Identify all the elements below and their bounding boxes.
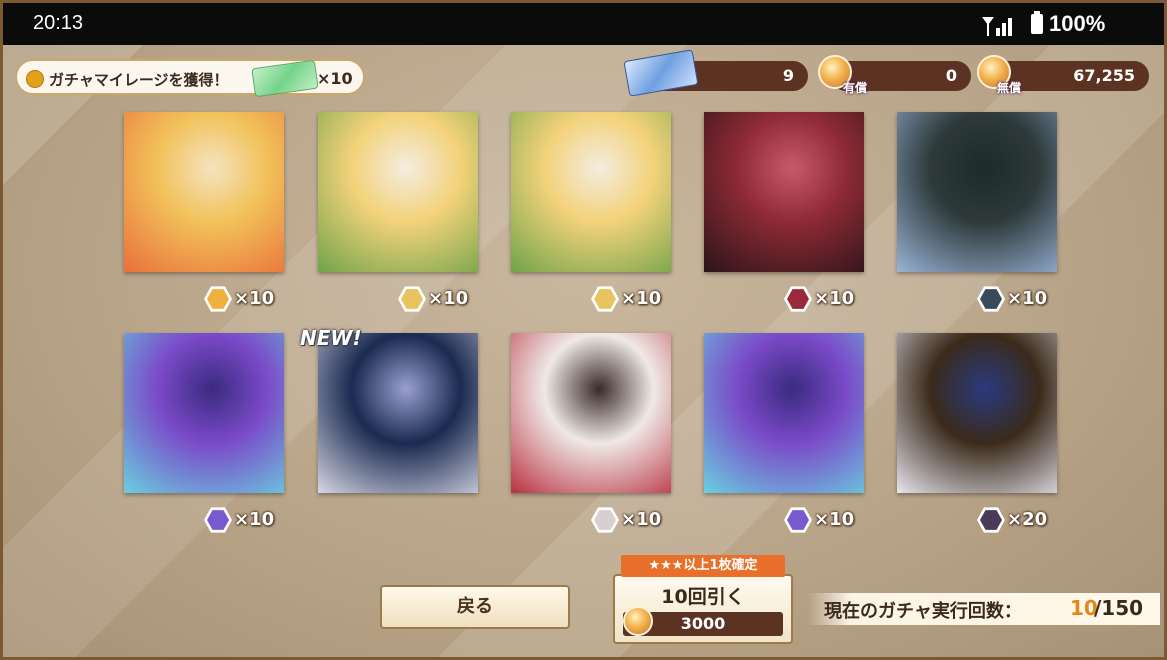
shard-count: ×10 bbox=[234, 288, 275, 309]
gacha-result-screen: 20:13 100% ガチャマイレージを獲得！ ×10 9 0 有償 67,25… bbox=[0, 0, 1167, 660]
shard-count: ×10 bbox=[428, 288, 469, 309]
result-card[interactable] bbox=[124, 333, 284, 493]
free-gem-count: 67,255 bbox=[1073, 66, 1135, 85]
mileage-text: ガチャマイレージを獲得！ bbox=[49, 71, 229, 89]
result-card[interactable] bbox=[318, 333, 478, 493]
character-shard-icon bbox=[784, 286, 812, 312]
back-button[interactable]: 戻る bbox=[380, 585, 570, 629]
mileage-coin-icon bbox=[26, 70, 44, 88]
result-card[interactable] bbox=[511, 333, 671, 493]
battery-icon bbox=[1031, 11, 1043, 34]
character-shard-icon bbox=[204, 286, 232, 312]
gacha-count-label: 現在のガチャ実行回数： bbox=[824, 601, 1022, 622]
character-shard-icon bbox=[977, 507, 1005, 533]
result-card[interactable] bbox=[511, 112, 671, 272]
mileage-multiplier: ×10 bbox=[317, 69, 353, 88]
character-shard-icon bbox=[591, 286, 619, 312]
result-card[interactable] bbox=[704, 112, 864, 272]
pull-10-cost: 3000 bbox=[623, 606, 783, 636]
result-card[interactable] bbox=[897, 112, 1057, 272]
gem-icon bbox=[623, 606, 653, 636]
character-shard-icon bbox=[591, 507, 619, 533]
status-time: 20:13 bbox=[33, 12, 84, 34]
shard-count: ×20 bbox=[1007, 509, 1048, 530]
ticket-count: 9 bbox=[782, 66, 794, 85]
gacha-mileage-banner: ガチャマイレージを獲得！ ×10 bbox=[15, 59, 365, 98]
character-shard-icon bbox=[398, 286, 426, 312]
mileage-ticket-icon bbox=[251, 59, 319, 98]
new-badge: NEW! bbox=[300, 326, 362, 350]
pull-10-cost-value: 3000 bbox=[680, 614, 726, 633]
result-card[interactable] bbox=[704, 333, 864, 493]
pull-10-button[interactable]: 10回引く 3000 bbox=[613, 574, 793, 644]
character-shard-icon bbox=[977, 286, 1005, 312]
result-card[interactable] bbox=[318, 112, 478, 272]
guarantee-badge: ★★★以上1枚確定 bbox=[621, 555, 785, 577]
paid-gem-label: 有償 bbox=[843, 81, 868, 95]
shard-count: ×10 bbox=[234, 509, 275, 530]
signal-icon bbox=[982, 17, 1012, 36]
battery-level: 100% bbox=[1049, 11, 1106, 36]
gacha-count-panel: 現在のガチャ実行回数： 10 /150 bbox=[808, 593, 1160, 625]
pull-10-label: 10回引く bbox=[661, 586, 745, 608]
free-gem-label: 無償 bbox=[997, 81, 1022, 95]
result-card[interactable] bbox=[124, 112, 284, 272]
shard-count: ×10 bbox=[621, 509, 662, 530]
status-bar: 20:13 100% bbox=[3, 3, 1164, 45]
character-shard-icon bbox=[784, 507, 812, 533]
shard-count: ×10 bbox=[1007, 288, 1048, 309]
shard-count: ×10 bbox=[621, 288, 662, 309]
result-card[interactable] bbox=[897, 333, 1057, 493]
character-shard-icon bbox=[204, 507, 232, 533]
shard-count: ×10 bbox=[814, 288, 855, 309]
gacha-count-total: /150 bbox=[1094, 596, 1144, 620]
shard-count: ×10 bbox=[814, 509, 855, 530]
paid-gem-count: 0 bbox=[945, 66, 957, 85]
